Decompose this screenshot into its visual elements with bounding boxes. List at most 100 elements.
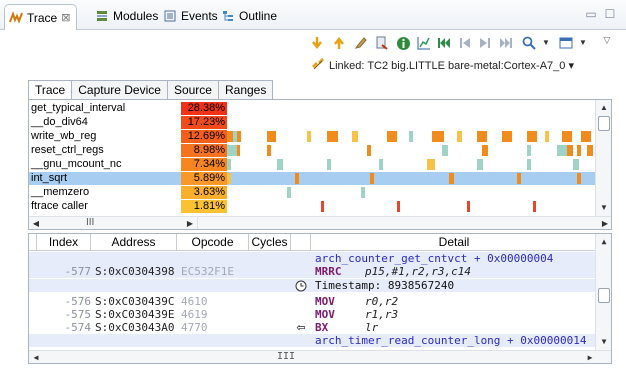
timeline-block xyxy=(227,159,231,170)
scrollbar-thumb[interactable] xyxy=(598,288,610,303)
function-timeline[interactable] xyxy=(227,116,597,129)
timeline-block xyxy=(307,131,311,142)
instruction-operands: lr xyxy=(365,321,379,334)
subtab-trace[interactable]: Trace xyxy=(28,80,72,100)
scroll-up-icon[interactable]: ▲ xyxy=(596,236,611,248)
column-cycles[interactable]: Cycles xyxy=(249,234,291,251)
disassembly-row[interactable]: -576 S:0xC030439C 4610 MOV r0,r2 xyxy=(29,295,597,308)
instruction-address: S:0xC0304398 xyxy=(95,265,175,278)
function-row[interactable]: __gnu_mcount_nc 7.34% xyxy=(29,158,597,171)
function-row[interactable]: __do_div64 17.23% xyxy=(29,116,597,129)
first-icon[interactable] xyxy=(435,34,453,52)
disassembly-vertical-scrollbar[interactable]: ▲ ▼ xyxy=(595,234,611,350)
scrollbar-thumb[interactable] xyxy=(598,116,610,131)
tab-events[interactable]: Events xyxy=(163,7,218,25)
function-row[interactable]: write_wb_reg 12.69% xyxy=(29,130,597,143)
column-detail[interactable]: Detail xyxy=(311,234,597,251)
search-icon[interactable] xyxy=(520,34,538,52)
view-menu-icon[interactable] xyxy=(557,34,575,52)
function-row[interactable]: reset_ctrl_regs 8.98% xyxy=(29,144,597,157)
scroll-right-icon[interactable]: ▶ xyxy=(598,217,611,229)
timeline-block xyxy=(367,145,371,156)
tab-modules[interactable]: Modules xyxy=(95,7,158,25)
instruction-index: -574 xyxy=(64,321,92,334)
timeline-block xyxy=(567,145,573,156)
function-timeline[interactable] xyxy=(227,200,597,213)
step-back-icon[interactable] xyxy=(456,34,474,52)
function-row[interactable]: __memzero 3.63% xyxy=(29,186,597,199)
scroll-down-icon[interactable]: ▼ xyxy=(596,202,611,214)
timeline-block xyxy=(379,159,383,170)
last-icon[interactable] xyxy=(497,34,515,52)
function-timeline[interactable] xyxy=(227,172,597,185)
function-row[interactable]: ftrace caller 1.81% xyxy=(29,200,597,213)
timeline-block xyxy=(467,201,470,212)
column-address[interactable]: Address xyxy=(91,234,177,251)
timeline-horizontal-scrollbar[interactable]: ◀ III ▶ xyxy=(29,216,197,229)
scroll-right-icon[interactable]: ▶ xyxy=(583,351,597,363)
function-timeline[interactable] xyxy=(227,158,597,171)
function-row[interactable]: get_typical_interval 28.38% xyxy=(29,102,597,115)
function-timeline[interactable] xyxy=(227,102,597,115)
disassembly-row[interactable]: -575 S:0xC030439E 4619 MOV r1,r3 xyxy=(29,308,597,321)
function-row[interactable]: int_sqrt 5.89% xyxy=(29,172,597,185)
linked-target[interactable]: Linked: TC2 big.LITTLE bare-metal:Cortex… xyxy=(310,57,574,74)
pencil-icon[interactable] xyxy=(352,34,370,52)
subtab-capture-device[interactable]: Capture Device xyxy=(71,80,167,100)
chevron-down-icon[interactable]: ▽ xyxy=(598,31,616,49)
timeline-block xyxy=(387,131,397,142)
minimize-icon[interactable]: ▭ xyxy=(584,7,598,21)
disassembly-row[interactable]: arch_counter_get_cntvct + 0x00000004 xyxy=(29,252,597,265)
tab-outline[interactable]: Outline xyxy=(221,7,277,25)
function-name: __do_div64 xyxy=(31,116,88,128)
subtab-source[interactable]: Source xyxy=(166,80,218,100)
upload-arrow-icon[interactable] xyxy=(330,34,348,52)
scroll-left-icon[interactable]: ◀ xyxy=(29,217,43,229)
function-percentage: 5.89% xyxy=(181,172,227,185)
instruction-opcode: 4619 xyxy=(181,308,208,321)
timeline-block xyxy=(517,173,521,184)
scroll-down-icon[interactable]: ▼ xyxy=(596,336,611,348)
disassembly-row[interactable]: -574 S:0xC03043A0 4770 ⇦ BX lr xyxy=(29,321,597,334)
timeline-block xyxy=(562,131,572,142)
function-name: __gnu_mcount_nc xyxy=(31,158,122,170)
timeline-block xyxy=(573,159,579,170)
column-opcode[interactable]: Opcode xyxy=(177,234,249,251)
tab-trace[interactable]: Trace ⊠ xyxy=(4,4,78,30)
disassembly-row[interactable]: -577 S:0xC0304398 EC532F1E MRRC p15,#1,r2,r3… xyxy=(29,265,597,278)
export-icon[interactable] xyxy=(373,34,391,52)
dropdown-icon[interactable]: ▼ xyxy=(537,34,555,52)
download-arrow-icon[interactable] xyxy=(308,34,326,52)
symbol-label: arch_timer_read_counter_long + 0x0000001… xyxy=(315,334,587,347)
timeline-block xyxy=(527,145,531,156)
timeline-vertical-scrollbar[interactable]: ▲ ▼ xyxy=(595,100,611,216)
chart-icon[interactable] xyxy=(415,34,433,52)
function-timeline[interactable] xyxy=(227,144,597,157)
disassembly-horizontal-scrollbar[interactable]: ◀ III ▶ xyxy=(29,350,611,363)
timeline-block xyxy=(477,131,487,142)
instruction-index: -577 xyxy=(64,265,92,278)
step-forward-icon[interactable] xyxy=(476,34,494,52)
view-menu-dropdown-icon[interactable]: ▼ xyxy=(574,34,592,52)
function-percentage: 28.38% xyxy=(181,102,227,115)
scroll-up-icon[interactable]: ▲ xyxy=(596,102,611,114)
timeline-right-scrollbar[interactable]: ▶ xyxy=(197,216,611,229)
info-icon[interactable] xyxy=(394,34,412,52)
scroll-left-icon[interactable]: ◀ xyxy=(29,351,43,363)
scrollbar-grip[interactable]: III xyxy=(86,217,94,229)
scrollbar-grip[interactable]: III xyxy=(277,351,295,363)
disassembly-row[interactable]: arch_timer_read_counter_long + 0x0000001… xyxy=(29,334,597,347)
instruction-opcode: 4770 xyxy=(181,321,208,334)
close-icon[interactable]: ⊠ xyxy=(61,11,70,24)
disassembly-row[interactable]: Timestamp: 8938567240 xyxy=(29,279,597,292)
function-name: ftrace caller xyxy=(31,200,88,212)
function-timeline[interactable] xyxy=(227,186,597,199)
maximize-icon[interactable]: ☐ xyxy=(603,7,617,21)
subtab-ranges[interactable]: Ranges xyxy=(217,80,274,100)
scroll-right-icon[interactable]: ▶ xyxy=(183,217,197,229)
header-spacer xyxy=(29,234,37,251)
clock-icon xyxy=(291,279,311,295)
timeline-block xyxy=(533,201,536,212)
function-timeline[interactable] xyxy=(227,130,597,143)
column-index[interactable]: Index xyxy=(37,234,91,251)
